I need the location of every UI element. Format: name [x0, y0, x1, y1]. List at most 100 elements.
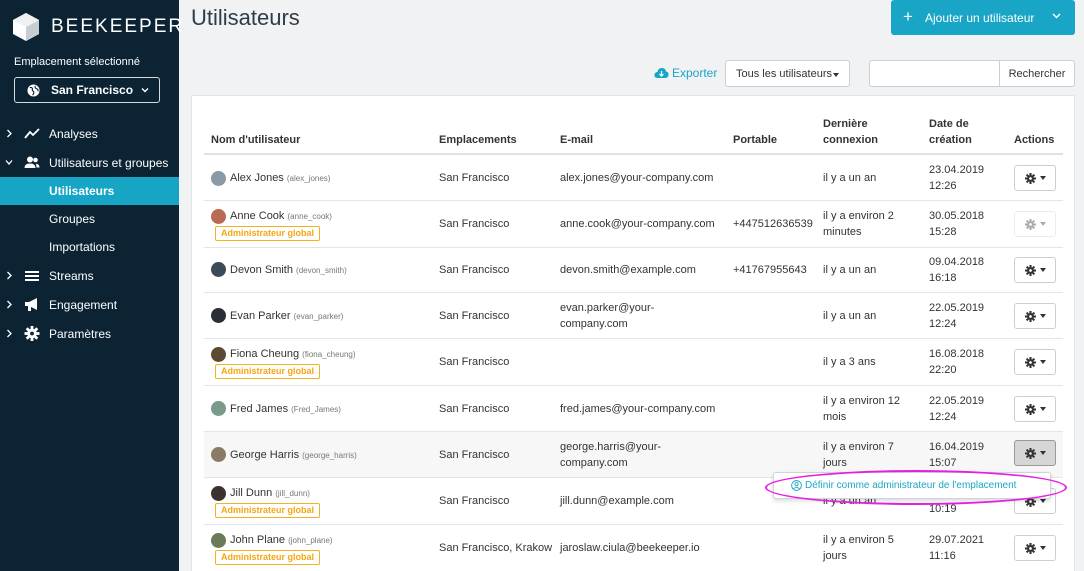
caret-down-icon: [5, 160, 13, 165]
avatar: [211, 533, 226, 548]
row-actions-button[interactable]: [1014, 211, 1056, 237]
last-login-cell: il y a un an: [823, 172, 877, 184]
search-button[interactable]: Rechercher: [999, 60, 1075, 87]
sidebar-nav: Analyses Utilisateurs et groupes Utilisa…: [0, 119, 179, 348]
column-header-created[interactable]: Date de création: [929, 116, 972, 148]
row-actions-button[interactable]: [1014, 303, 1056, 329]
location-cell: San Francisco: [439, 449, 510, 461]
sidebar-item-label: Groupes: [49, 212, 96, 226]
column-header-username[interactable]: Nom d'utilisateur: [211, 132, 300, 148]
sidebar-item-streams[interactable]: Streams: [0, 261, 179, 290]
user-handle: (alex_jones): [286, 174, 331, 183]
gear-icon: [1024, 403, 1036, 415]
sidebar-item-label: Engagement: [49, 297, 118, 312]
sidebar-item-label: Utilisateurs: [49, 184, 115, 198]
column-header-mobile[interactable]: Portable: [733, 132, 777, 148]
row-actions-button[interactable]: [1014, 349, 1056, 375]
gear-icon: [1024, 172, 1036, 184]
row-actions-button[interactable]: [1014, 257, 1056, 283]
export-link[interactable]: Exporter: [654, 66, 717, 80]
user-filter-select[interactable]: Tous les utilisateurs: [725, 60, 850, 87]
user-name-cell[interactable]: Evan Parker (evan_parker): [230, 308, 343, 325]
last-login-line1: il y a environ 7: [823, 441, 894, 453]
mobile-cell: +447512636539: [733, 218, 813, 230]
last-login-line2: minutes: [823, 226, 862, 238]
created-time: 16:18: [929, 272, 957, 284]
created-time: 11:16: [929, 550, 956, 562]
column-header-email[interactable]: E-mail: [560, 132, 593, 148]
caret-right-icon: [7, 271, 12, 280]
last-login-line2: mois: [823, 411, 847, 423]
caret-right-icon: [7, 129, 12, 138]
table-row[interactable]: Anne Cook (anne_cook) Administrateur glo…: [204, 201, 1063, 248]
gear-icon: [1024, 218, 1036, 230]
sidebar-item-users[interactable]: Utilisateurs: [0, 177, 179, 205]
table-row[interactable]: Fred James (Fred_James) San Francisco fr…: [204, 386, 1063, 432]
created-date: 16.04.2019: [929, 441, 985, 453]
user-name-cell[interactable]: Alex Jones (alex_jones): [230, 170, 330, 187]
gear-icon: [24, 326, 40, 341]
user-name-cell[interactable]: Anne Cook (anne_cook): [230, 208, 332, 225]
last-login-cell: il y a 3 ans: [823, 356, 876, 368]
table-row[interactable]: Alex Jones (alex_jones) San Francisco al…: [204, 155, 1063, 201]
user-name: Fiona Cheung: [230, 348, 300, 360]
location-select[interactable]: San Francisco: [14, 77, 160, 103]
sidebar-item-engagement[interactable]: Engagement: [0, 290, 179, 319]
add-user-button[interactable]: + Ajouter un utilisateur: [891, 0, 1075, 35]
created-date-cell: 22.05.2019 12:24: [929, 393, 984, 425]
brand-logo[interactable]: BEEKEEPER: [13, 13, 184, 41]
created-time: 22:20: [929, 364, 957, 376]
column-header-locations[interactable]: Emplacements: [439, 132, 517, 148]
sidebar-item-analytics[interactable]: Analyses: [0, 119, 179, 148]
user-name: Anne Cook: [230, 210, 285, 222]
user-handle: (george_harris): [302, 451, 357, 460]
caret-down-icon: [1039, 407, 1046, 411]
column-header-last-login[interactable]: Dernière connexion: [823, 116, 878, 148]
email-cell: jill.dunn@example.com: [560, 495, 674, 507]
brand-name: BEEKEEPER: [51, 16, 185, 37]
user-name: Devon Smith: [230, 264, 293, 276]
table-row[interactable]: Devon Smith (devon_smith) San Francisco …: [204, 248, 1063, 293]
caret-down-icon: [1039, 360, 1046, 364]
search-input[interactable]: [869, 60, 1000, 87]
last-login-cell: il y a un an: [823, 264, 877, 276]
row-actions-button[interactable]: [1014, 165, 1056, 191]
sidebar-item-imports[interactable]: Importations: [0, 233, 179, 261]
avatar: [211, 308, 226, 323]
row-actions-button[interactable]: [1014, 396, 1056, 422]
row-actions-button[interactable]: [1014, 535, 1056, 561]
sidebar-item-settings[interactable]: Paramètres: [0, 319, 179, 348]
location-cell: San Francisco: [439, 403, 510, 415]
created-date-cell: 30.05.2018 15:28: [929, 208, 984, 240]
trend-icon: [24, 128, 40, 139]
user-name-cell[interactable]: George Harris (george_harris): [230, 447, 357, 464]
user-name-cell[interactable]: Devon Smith (devon_smith): [230, 262, 347, 279]
globe-icon: [27, 83, 40, 97]
gear-icon: [1024, 356, 1036, 368]
users-icon: [24, 156, 40, 168]
created-time: 15:28: [929, 226, 957, 238]
table-row[interactable]: Evan Parker (evan_parker) San Francisco …: [204, 293, 1063, 339]
sidebar-item-groups[interactable]: Groupes: [0, 205, 179, 233]
beekeeper-logo-icon: [13, 13, 39, 41]
user-name-cell[interactable]: Jill Dunn (jill_dunn): [230, 485, 310, 502]
created-date: 16.08.2018: [929, 348, 985, 360]
page-title: Utilisateurs: [191, 5, 300, 30]
user-name-cell[interactable]: Fiona Cheung (fiona_cheung): [230, 346, 356, 363]
user-name-cell[interactable]: Fred James (Fred_James): [230, 401, 341, 418]
column-header-actions: Actions: [1014, 134, 1055, 146]
email-line2: company.com: [560, 457, 628, 469]
user-name-cell[interactable]: John Plane (john_plane): [230, 532, 333, 549]
table-row[interactable]: Fiona Cheung (fiona_cheung) Administrate…: [204, 339, 1063, 386]
created-date: 30.05.2018: [929, 210, 985, 222]
user-handle: (jill_dunn): [275, 489, 310, 498]
user-name: John Plane: [230, 534, 286, 546]
table-row[interactable]: John Plane (john_plane) Administrateur g…: [204, 525, 1063, 571]
email-cell: jaroslaw.ciula@beekeeper.io: [560, 542, 700, 554]
list-icon: [25, 271, 39, 281]
caret-right-icon: [7, 329, 12, 338]
global-admin-badge: Administrateur global: [215, 550, 321, 565]
row-actions-button[interactable]: [1014, 440, 1056, 466]
sidebar-item-users-groups[interactable]: Utilisateurs et groupes: [0, 148, 179, 177]
location-cell: San Francisco, Krakow: [439, 542, 553, 554]
